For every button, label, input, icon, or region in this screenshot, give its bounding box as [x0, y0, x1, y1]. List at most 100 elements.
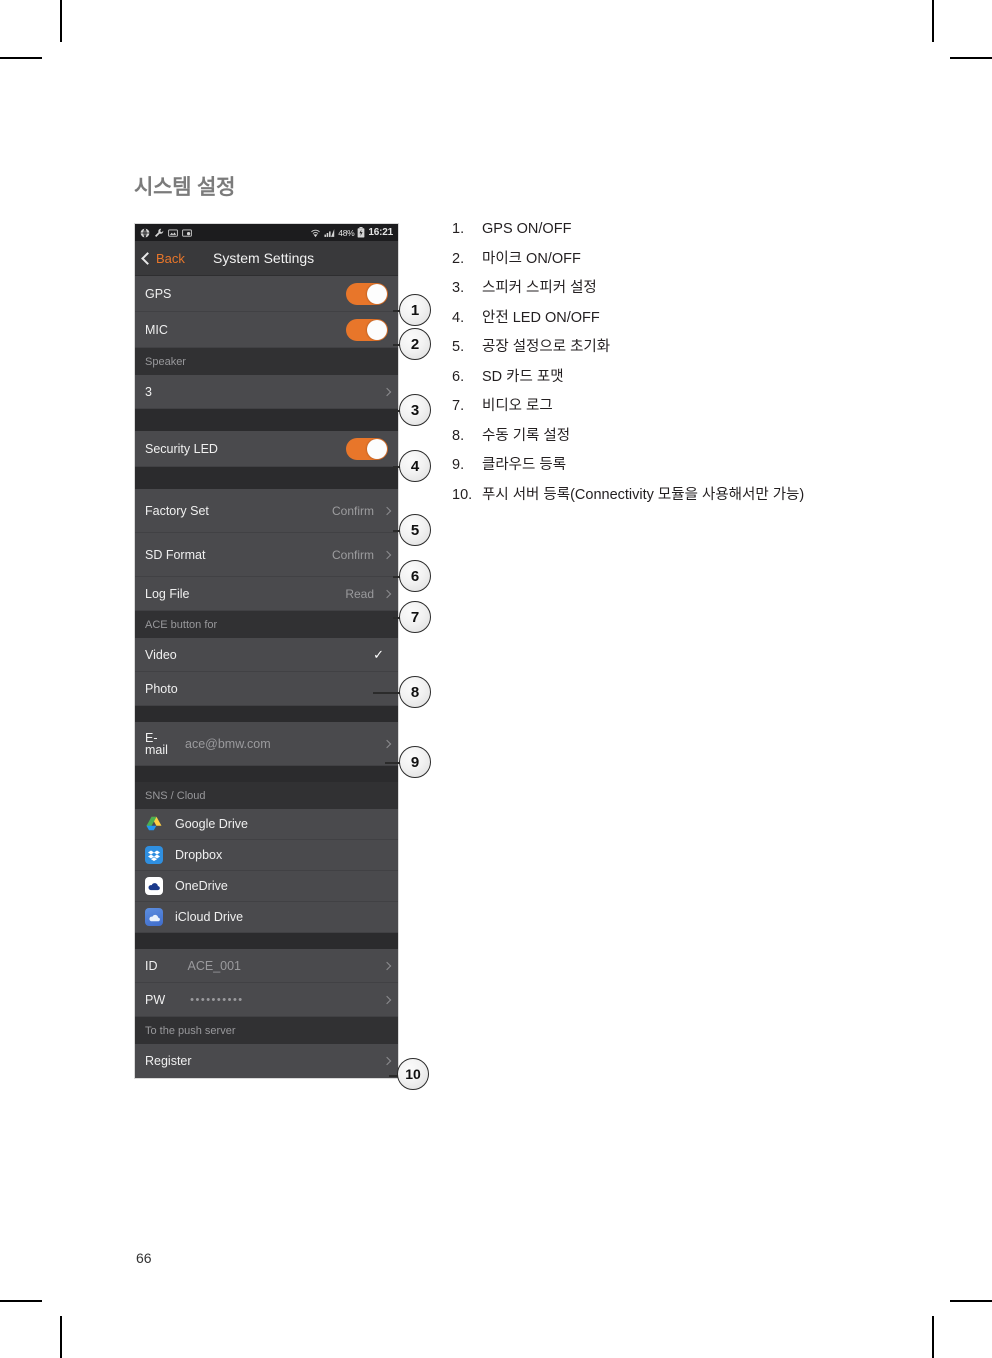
list-item-number: 5. [452, 339, 465, 355]
spacer [135, 706, 398, 722]
list-item-number: 1. [452, 221, 465, 237]
row-onedrive[interactable]: OneDrive [135, 871, 398, 902]
row-register-label: Register [145, 1054, 192, 1068]
section-header-sns-cloud: SNS / Cloud [135, 782, 398, 809]
status-bar-left-icons [140, 227, 192, 238]
crop-mark-top-left-h [0, 57, 42, 59]
list-item-text: 마이크 ON/OFF [482, 250, 581, 267]
dropbox-icon [145, 846, 163, 864]
row-icloud-drive-label: iCloud Drive [175, 910, 244, 924]
row-factory-set-label: Factory Set [145, 503, 209, 518]
row-register[interactable]: Register [135, 1044, 398, 1078]
row-factory-set[interactable]: Factory Set Confirm [135, 489, 398, 533]
gps-toggle[interactable] [346, 282, 388, 305]
crop-mark-top-right-v [932, 0, 934, 42]
row-google-drive[interactable]: Google Drive [135, 809, 398, 840]
list-item-text: 안전 LED ON/OFF [482, 309, 600, 326]
crop-mark-bottom-left-v [60, 1316, 62, 1358]
chevron-left-icon [141, 251, 154, 265]
list-item-text: GPS ON/OFF [482, 221, 572, 237]
image-icon [168, 228, 178, 238]
row-security-led-label: Security LED [145, 441, 218, 456]
list-item-number: 10. [452, 486, 473, 503]
row-email-value: ace@bmw.com [185, 736, 271, 751]
chevron-right-icon [382, 387, 392, 396]
row-security-led[interactable]: Security LED [135, 431, 398, 467]
row-speaker-level-value: 3 [145, 384, 152, 399]
list-item-text: SD 카드 포맷 [482, 368, 564, 385]
status-bar: 48% 16:21 [135, 224, 398, 241]
page-title: 시스템 설정 [134, 176, 236, 199]
row-photo[interactable]: Photo [135, 672, 398, 706]
list-item-text: 푸시 서버 등록(Connectivity 모듈을 사용해서만 가능) [482, 486, 805, 503]
phone-screenshot: 48% 16:21 Back System Settings GPS MIC S… [134, 223, 399, 1079]
feature-list: 1. GPS ON/OFF 2. 마이크 ON/OFF 3. 스피커 스피커 설… [452, 222, 922, 517]
mic-toggle[interactable] [346, 318, 388, 341]
row-pw-label: PW [145, 992, 166, 1007]
row-email[interactable]: E-mail ace@bmw.com [135, 722, 398, 766]
callout-badge-1: 1 [399, 294, 431, 326]
list-item-number: 3. [452, 280, 465, 296]
chevron-right-icon [382, 995, 392, 1004]
crop-mark-top-right-h [950, 57, 992, 59]
row-photo-label: Photo [145, 681, 178, 696]
list-item-text: 수동 기록 설정 [482, 427, 571, 444]
list-item: 7. 비디오 로그 [452, 399, 922, 414]
wrench-icon [154, 228, 164, 238]
chevron-right-icon [382, 739, 392, 748]
back-button[interactable]: Back [141, 250, 185, 266]
row-mic[interactable]: MIC [135, 312, 398, 348]
row-factory-set-value: Confirm [332, 503, 375, 518]
row-icloud-drive[interactable]: iCloud Drive [135, 902, 398, 933]
crop-mark-bottom-left-h [0, 1300, 42, 1302]
status-bar-right-icons: 48% 16:21 [310, 227, 393, 238]
row-onedrive-label: OneDrive [175, 879, 228, 893]
row-dropbox-label: Dropbox [175, 848, 223, 862]
crop-mark-bottom-right-v [932, 1316, 934, 1358]
row-dropbox[interactable]: Dropbox [135, 840, 398, 871]
list-item-number: 2. [452, 250, 465, 267]
nav-title: System Settings [213, 250, 315, 266]
row-video[interactable]: Video ✓ [135, 638, 398, 672]
row-id-value: ACE_001 [187, 958, 242, 973]
row-speaker-level[interactable]: 3 [135, 375, 398, 409]
globe-icon [140, 227, 150, 238]
list-item-text: 클라우드 등록 [482, 457, 567, 473]
security-led-toggle[interactable] [346, 437, 388, 460]
section-header-speaker: Speaker [135, 348, 398, 375]
list-item: 8. 수동 기록 설정 [452, 427, 922, 444]
list-item-text: 공장 설정으로 초기화 [482, 339, 611, 355]
row-log-file[interactable]: Log File Read [135, 577, 398, 611]
row-pw[interactable]: PW •••••••••• [135, 983, 398, 1017]
list-item-number: 9. [452, 457, 465, 473]
nav-bar: Back System Settings [135, 241, 398, 276]
callout-badge-9: 9 [399, 746, 431, 778]
row-sd-format[interactable]: SD Format Confirm [135, 533, 398, 577]
callout-badge-6: 6 [399, 560, 431, 592]
battery-icon [357, 227, 365, 238]
list-item: 9. 클라우드 등록 [452, 458, 922, 473]
chevron-right-icon [382, 961, 392, 970]
row-log-file-label: Log File [145, 586, 190, 601]
list-item: 1. GPS ON/OFF [452, 222, 922, 237]
list-item-number: 4. [452, 309, 465, 326]
spacer [135, 467, 398, 489]
toggle-knob [367, 283, 387, 304]
list-item-text: 스피커 스피커 설정 [482, 280, 597, 296]
row-gps[interactable]: GPS [135, 276, 398, 312]
row-google-drive-label: Google Drive [175, 817, 248, 831]
wifi-icon [310, 228, 321, 238]
battery-percent-label: 48% [338, 227, 355, 238]
spacer [135, 766, 398, 782]
row-id[interactable]: ID ACE_001 [135, 949, 398, 983]
callout-badge-5: 5 [399, 514, 431, 546]
spacer [135, 933, 398, 949]
callout-badge-7: 7 [399, 601, 431, 633]
list-item: 6. SD 카드 포맷 [452, 368, 922, 385]
onedrive-icon [145, 877, 163, 895]
callout-badge-2: 2 [399, 328, 431, 360]
row-id-label: ID [145, 958, 158, 973]
chevron-right-icon [382, 1056, 392, 1066]
back-button-label: Back [156, 250, 185, 266]
icloud-drive-icon [145, 908, 163, 926]
